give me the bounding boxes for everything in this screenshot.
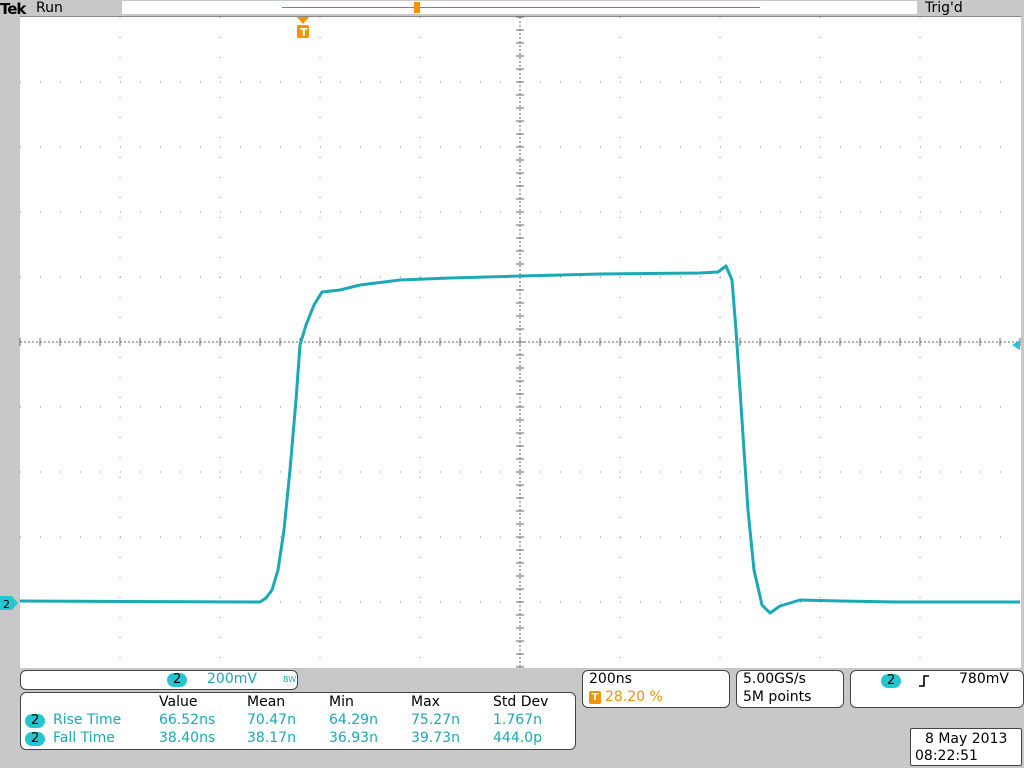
measurements-panel[interactable]: Value Mean Min Max Std Dev 2 Rise Time 6… [20,692,576,750]
sample-rate: 5.00GS/s [743,671,806,687]
trigger-position: 28.20 % [605,689,663,705]
trigger-position-icon: T [589,691,601,704]
col-header-std-dev: Std Dev [493,694,549,710]
time-per-div: 200ns [589,671,632,687]
measurement-row: 2 Fall Time 38.40ns 38.17n 36.93n 39.73n… [25,729,573,747]
rising-edge-icon [919,675,929,687]
vertical-scale-readout[interactable]: 2 200mV BW [20,670,298,690]
channel-badge: 2 [167,673,188,687]
svg-text:T: T [300,26,308,39]
measurement-name: Rise Time [53,712,122,728]
channel-badge: 2 [25,732,46,746]
col-header-value: Value [159,694,198,710]
record-length: 5M points [743,689,812,705]
measurement-name: Fall Time [53,730,115,746]
col-header-mean: Mean [247,694,286,710]
measurement-row: 2 Rise Time 66.52ns 70.47n 64.29n 75.27n… [25,711,573,729]
acquisition-readout[interactable]: 5.00GS/s 5M points [736,670,844,708]
trigger-source-badge: 2 [881,674,902,688]
time: 08:22:51 [915,748,978,764]
bandwidth-limit-label: BW [283,675,297,684]
volts-per-div: 200mV [207,671,257,687]
col-header-min: Min [329,694,354,710]
date: 8 May 2013 [925,731,1008,747]
datetime-readout: 8 May 2013 08:22:51 [910,728,1022,766]
ch2-ground-label: 2 [3,598,10,611]
trigger-time-marker [297,17,309,24]
col-header-max: Max [411,694,440,710]
channel-badge: 2 [25,714,46,728]
trigger-readout[interactable]: 2 780mV [850,670,1024,708]
timebase-readout[interactable]: 200ns T 28.20 % [582,670,730,708]
trigger-level: 780mV [959,671,1009,687]
graticule: 2 T [0,16,1021,668]
